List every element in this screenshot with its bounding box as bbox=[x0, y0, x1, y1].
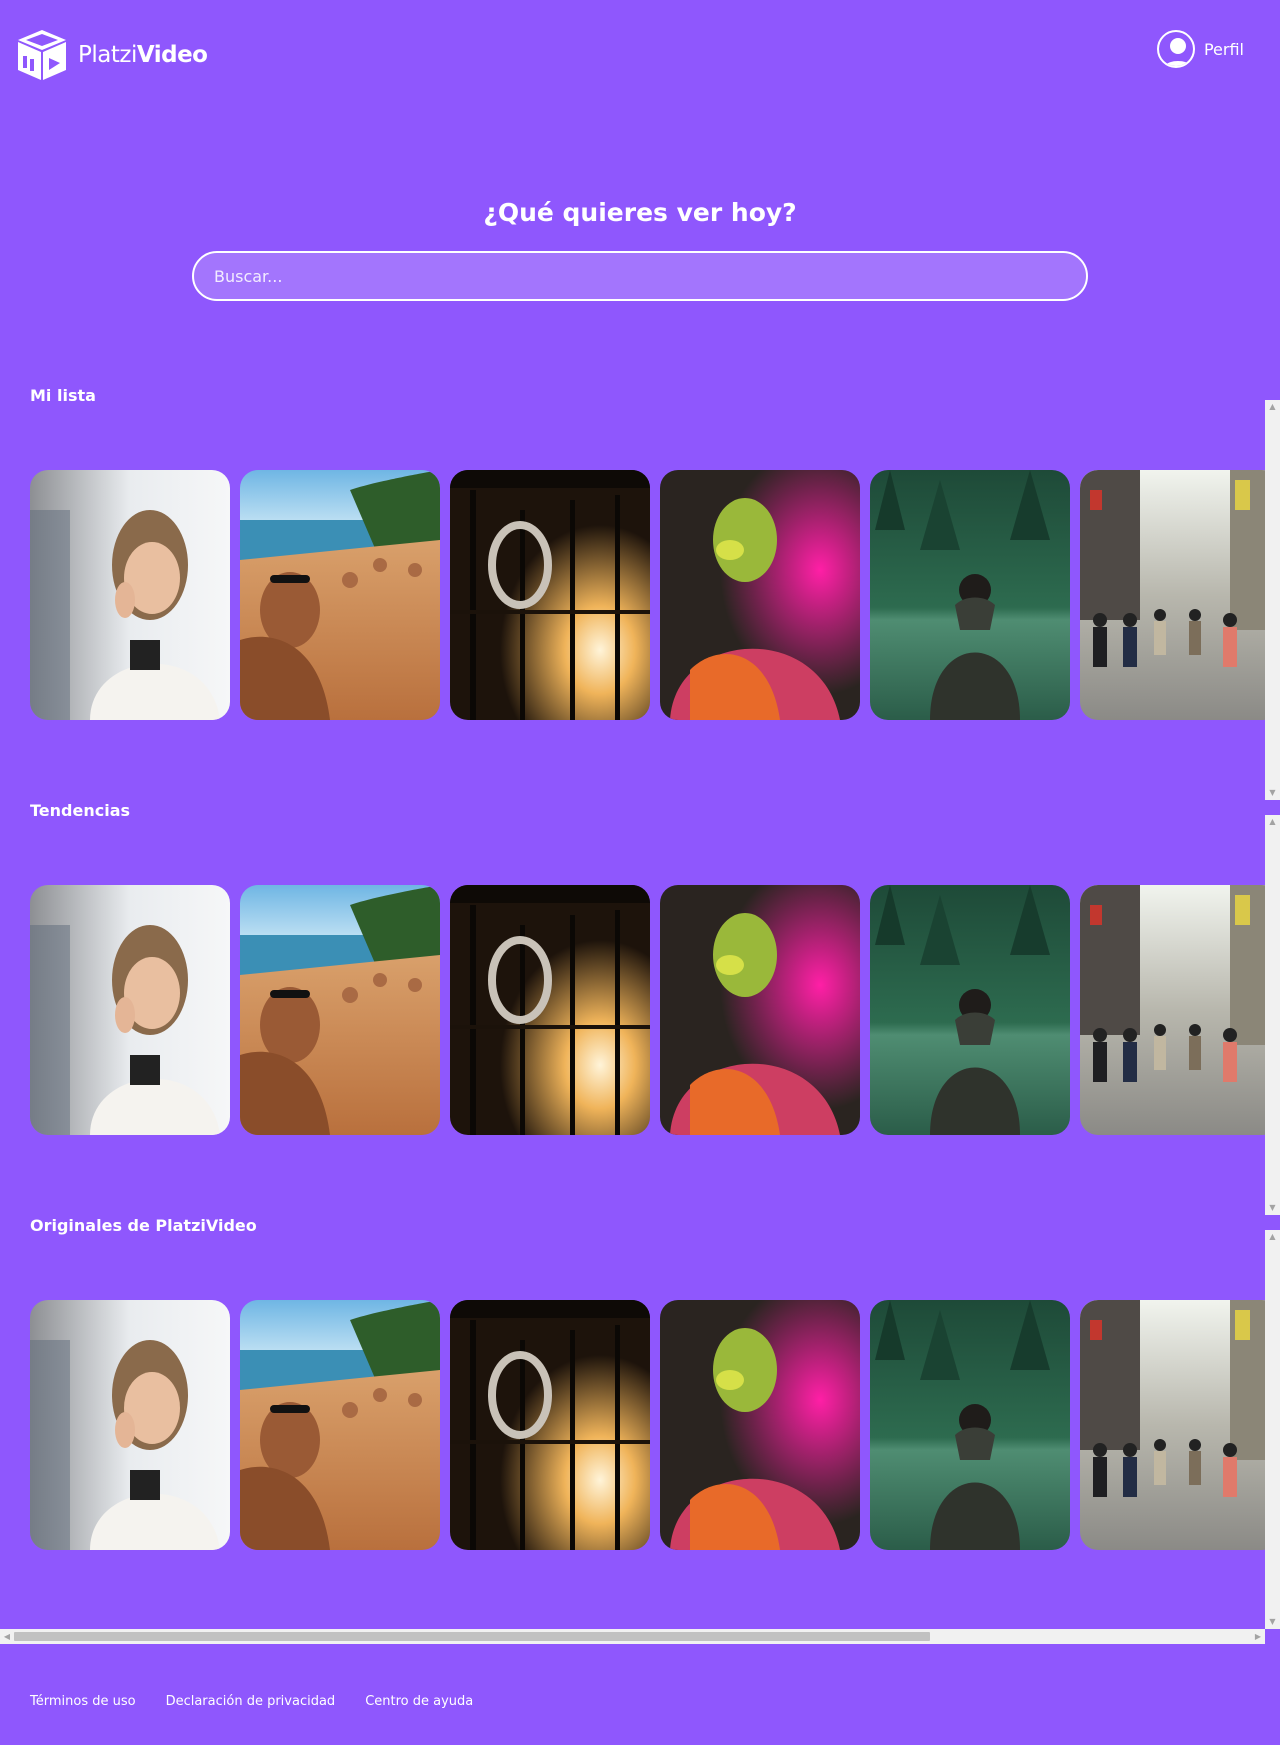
woman-on-phone-photo-icon bbox=[30, 470, 230, 720]
search-input[interactable] bbox=[192, 251, 1088, 301]
carousel-item[interactable] bbox=[660, 885, 860, 1135]
city-street-crowd-photo-icon bbox=[1080, 885, 1265, 1135]
carousel-item[interactable] bbox=[1080, 885, 1265, 1135]
scroll-down-arrow-icon[interactable]: ▼ bbox=[1265, 1615, 1280, 1629]
category-title-originales: Originales de PlatziVideo bbox=[30, 1216, 257, 1235]
footer-link-terms[interactable]: Términos de uso bbox=[30, 1694, 136, 1709]
page-title: ¿Qué quieres ver hoy? bbox=[483, 198, 797, 227]
carousel-item[interactable] bbox=[240, 1300, 440, 1550]
carousel-item[interactable] bbox=[240, 470, 440, 720]
footer: Términos de uso Declaración de privacida… bbox=[0, 1644, 1280, 1745]
logo-cube-icon bbox=[18, 30, 66, 80]
logo-text-video: Video bbox=[136, 42, 208, 68]
category-title-tendencias: Tendencias bbox=[30, 801, 131, 820]
horizontal-scrollbar[interactable]: ◀ ▶ bbox=[0, 1629, 1265, 1644]
carousel-item[interactable] bbox=[660, 470, 860, 720]
footer-link-privacy[interactable]: Declaración de privacidad bbox=[166, 1694, 336, 1709]
beach-selfie-photo-icon bbox=[240, 885, 440, 1135]
scroll-left-arrow-icon[interactable]: ◀ bbox=[0, 1629, 14, 1644]
carousel-item[interactable] bbox=[240, 885, 440, 1135]
carousel-item[interactable] bbox=[870, 470, 1070, 720]
platzivideo-logo[interactable]: PlatziVideo bbox=[14, 28, 208, 82]
carousel-item[interactable] bbox=[30, 470, 230, 720]
backlit-interior-photo-icon bbox=[450, 470, 650, 720]
beach-selfie-photo-icon bbox=[240, 470, 440, 720]
carousel-item[interactable] bbox=[1080, 470, 1265, 720]
carousel-item[interactable] bbox=[450, 1300, 650, 1550]
profile-label: Perfil bbox=[1203, 39, 1244, 59]
footer-link-help[interactable]: Centro de ayuda bbox=[365, 1694, 473, 1709]
backlit-interior-photo-icon bbox=[450, 885, 650, 1135]
man-at-lake-photo-icon bbox=[870, 1300, 1070, 1550]
carousel-item[interactable] bbox=[30, 885, 230, 1135]
vertical-scrollbar[interactable]: ▲ ▼ bbox=[1265, 815, 1280, 1215]
city-street-crowd-photo-icon bbox=[1080, 1300, 1265, 1550]
color-powder-man-photo-icon bbox=[660, 470, 860, 720]
scroll-up-arrow-icon[interactable]: ▲ bbox=[1265, 815, 1280, 829]
scroll-down-arrow-icon[interactable]: ▼ bbox=[1265, 786, 1280, 800]
profile-menu[interactable]: Perfil bbox=[1156, 30, 1244, 68]
footer-links: Términos de uso Declaración de privacida… bbox=[30, 1694, 473, 1709]
man-at-lake-photo-icon bbox=[870, 885, 1070, 1135]
carousel-item[interactable] bbox=[870, 885, 1070, 1135]
carousel-item[interactable] bbox=[450, 470, 650, 720]
scroll-down-arrow-icon[interactable]: ▼ bbox=[1265, 1201, 1280, 1215]
vertical-scrollbar[interactable]: ▲ ▼ bbox=[1265, 400, 1280, 800]
logo-text-platzi: Platzi bbox=[78, 42, 137, 68]
carousel-item[interactable] bbox=[870, 1300, 1070, 1550]
header: PlatziVideo Perfil bbox=[0, 0, 1280, 110]
backlit-interior-photo-icon bbox=[450, 1300, 650, 1550]
scroll-up-arrow-icon[interactable]: ▲ bbox=[1265, 1230, 1280, 1244]
carousel-tendencias[interactable] bbox=[0, 885, 1265, 1135]
city-street-crowd-photo-icon bbox=[1080, 470, 1265, 720]
user-avatar-icon bbox=[1156, 30, 1195, 68]
color-powder-man-photo-icon bbox=[660, 885, 860, 1135]
carousel-item[interactable] bbox=[30, 1300, 230, 1550]
carousel-item[interactable] bbox=[450, 885, 650, 1135]
category-title-mi-lista: Mi lista bbox=[30, 386, 96, 405]
woman-on-phone-photo-icon bbox=[30, 1300, 230, 1550]
carousel-mi-lista[interactable] bbox=[0, 470, 1265, 720]
color-powder-man-photo-icon bbox=[660, 1300, 860, 1550]
man-at-lake-photo-icon bbox=[870, 470, 1070, 720]
scrollbar-thumb[interactable] bbox=[14, 1632, 930, 1641]
woman-on-phone-photo-icon bbox=[30, 885, 230, 1135]
carousel-originales[interactable] bbox=[0, 1300, 1265, 1550]
vertical-scrollbar[interactable]: ▲ ▼ bbox=[1265, 1230, 1280, 1629]
scroll-right-arrow-icon[interactable]: ▶ bbox=[1251, 1629, 1265, 1644]
carousel-item[interactable] bbox=[1080, 1300, 1265, 1550]
beach-selfie-photo-icon bbox=[240, 1300, 440, 1550]
scroll-up-arrow-icon[interactable]: ▲ bbox=[1265, 400, 1280, 414]
carousel-item[interactable] bbox=[660, 1300, 860, 1550]
